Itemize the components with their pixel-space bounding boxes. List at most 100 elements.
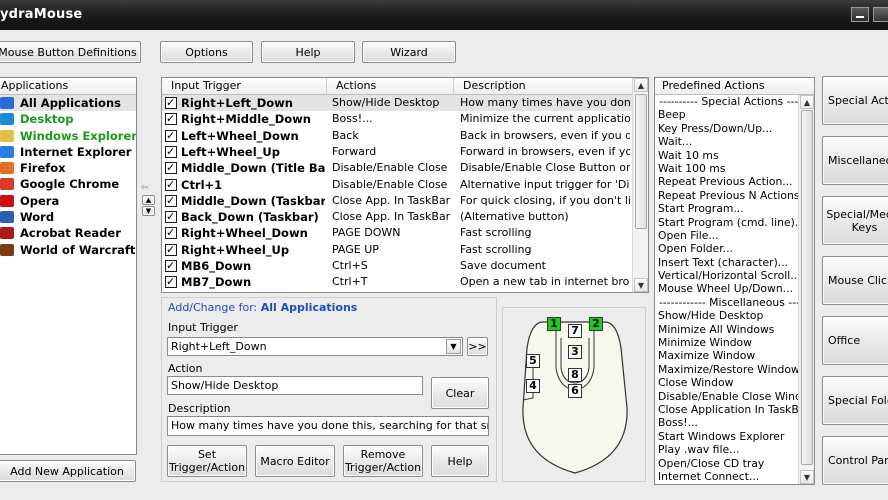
predefined-action-item[interactable]: Boss!... (655, 416, 799, 429)
category-button[interactable]: Control Panel (822, 436, 888, 485)
predefined-action-item[interactable]: Show/Hide Desktop (655, 309, 799, 322)
predefined-actions-list[interactable]: Predefined Actions ---------- Special Ac… (654, 77, 815, 485)
input-trigger-select[interactable]: Right+Left_Down ▼ (167, 337, 463, 356)
predefined-action-item[interactable]: Minimize All Windows (655, 323, 799, 336)
application-item[interactable]: Windows Explorer (0, 128, 136, 144)
predefined-action-item[interactable]: Key Press/Down/Up... (655, 122, 799, 135)
help-button[interactable]: Help (261, 41, 355, 63)
predefined-action-item[interactable]: Maximize/Restore Window (655, 363, 800, 376)
table-row[interactable]: Right+Wheel_Up PAGE UP Fast scrolling (162, 242, 632, 258)
predefined-action-item[interactable]: Mouse Wheel Up/Down... (655, 282, 799, 295)
predefined-action-item[interactable]: Start Program (cmd. line)... (655, 216, 805, 229)
close-button[interactable] (873, 7, 888, 22)
application-label: Opera (20, 193, 60, 208)
move-left-arrow-icon[interactable]: ⇦ (141, 183, 149, 193)
trigger-table-scrollbar[interactable]: ▲ ▼ (632, 78, 648, 292)
predefined-action-item[interactable]: Wait... (655, 135, 799, 148)
mouse-button-3[interactable]: 3 (568, 345, 582, 359)
action-field[interactable]: Show/Hide Desktop (167, 376, 423, 395)
table-row[interactable]: Ctrl+1 Disable/Enable Close Alternative in… (162, 177, 632, 193)
predefined-action-item[interactable]: Vertical/Horizontal Scroll... (655, 269, 801, 282)
application-item[interactable]: Firefox (0, 160, 136, 176)
category-button[interactable]: Special Folders (822, 376, 888, 425)
wizard-button[interactable]: Wizard (362, 41, 456, 63)
col-input-trigger[interactable]: Input Trigger (162, 78, 327, 95)
application-item[interactable]: Internet Explorer (0, 144, 136, 160)
clear-button[interactable]: Clear (431, 377, 489, 409)
trigger-table[interactable]: Input Trigger Actions Description Right+… (161, 77, 649, 293)
scroll-up-arrow-icon[interactable]: ▲ (634, 78, 648, 92)
more-triggers-button[interactable]: >> (467, 337, 488, 356)
mouse-button-1[interactable]: 1 (547, 317, 561, 331)
description-field[interactable]: How many times have you done this, searc… (167, 416, 489, 436)
applications-list[interactable]: Applications All Applications Desktop Wind… (0, 77, 137, 455)
add-new-application-button[interactable]: Add New Application (0, 460, 136, 482)
table-row[interactable]: Back_Down (Taskbar) Close App. In TaskBar… (162, 209, 632, 225)
predefined-action-item[interactable]: Open File... (655, 229, 799, 242)
col-description[interactable]: Description (454, 78, 632, 95)
application-item[interactable]: Google Chrome (0, 176, 136, 192)
options-button[interactable]: Options (160, 41, 253, 63)
mouse-button-definitions-button[interactable]: Mouse Button Definitions (0, 41, 141, 63)
move-up-button[interactable]: ▲ (142, 195, 155, 205)
mouse-button-5[interactable]: 5 (526, 354, 540, 368)
predefined-action-item[interactable]: Maximize Window (655, 349, 799, 362)
category-button[interactable]: Special/Media Keys (822, 196, 888, 245)
predefined-action-item[interactable]: Open/Close CD tray (655, 457, 799, 470)
predefined-action-item[interactable]: Disable/Enable Close Window (655, 390, 814, 403)
application-item[interactable]: World of Warcraft (0, 242, 136, 258)
category-button[interactable]: Special Actions (822, 76, 888, 125)
predefined-scroll-up-icon[interactable]: ▲ (800, 95, 814, 109)
category-button[interactable]: Miscellaneous (822, 136, 888, 185)
application-item[interactable]: Desktop (0, 111, 136, 127)
predefined-action-item[interactable]: Play .wav file... (655, 443, 799, 456)
predefined-action-item[interactable]: Repeat Previous N Actions... (655, 189, 810, 202)
mouse-button-2[interactable]: 2 (589, 317, 603, 331)
predefined-scroll-thumb[interactable] (801, 110, 813, 465)
application-item[interactable]: Opera (0, 193, 136, 209)
table-row[interactable]: Middle_Down (Taskbar) Close App. In TaskB… (162, 193, 632, 209)
application-item[interactable]: Word (0, 209, 136, 225)
col-actions[interactable]: Actions (327, 78, 454, 95)
predefined-scrollbar[interactable]: ▲ ▼ (798, 95, 814, 484)
set-trigger-action-button[interactable]: Set Trigger/Action (167, 445, 247, 477)
table-row[interactable]: Right+Middle_Down Boss!... Minimize the cu… (162, 111, 632, 127)
predefined-action-item[interactable]: Repeat Previous Action... (655, 175, 799, 188)
mouse-button-7[interactable]: 7 (568, 324, 582, 338)
predefined-action-item[interactable]: Close Application In TaskBar (655, 403, 810, 416)
predefined-action-item[interactable]: Insert Text (character)... (655, 256, 799, 269)
scroll-thumb[interactable] (635, 94, 647, 229)
table-row[interactable]: Right+Wheel_Down PAGE DOWN Fast scrolling (162, 225, 632, 241)
edit-help-button[interactable]: Help (431, 445, 489, 477)
category-button[interactable]: Mouse Clicks (822, 256, 888, 305)
application-item[interactable]: Acrobat Reader (0, 225, 136, 241)
predefined-scroll-down-icon[interactable]: ▼ (800, 470, 814, 484)
predefined-action-item[interactable]: Beep (655, 108, 799, 121)
predefined-action-item[interactable]: Wait 100 ms (655, 162, 799, 175)
table-row[interactable]: MB6_Down Ctrl+S Save document (162, 258, 632, 274)
table-row[interactable]: Left+Wheel_Up Forward Forward in browsers,… (162, 144, 632, 160)
move-down-button[interactable]: ▼ (142, 206, 155, 216)
application-item[interactable]: All Applications (0, 95, 136, 112)
macro-editor-button[interactable]: Macro Editor (255, 445, 335, 477)
minimize-button[interactable] (851, 7, 869, 22)
description-cell: Back in browsers, even if you don... (460, 128, 630, 142)
predefined-action-item[interactable]: Minimize Window (655, 336, 799, 349)
table-row[interactable]: MB7_Down Ctrl+T Open a new tab in internet… (162, 274, 632, 290)
chevron-down-icon[interactable]: ▼ (446, 339, 461, 354)
remove-trigger-action-button[interactable]: Remove Trigger/Action (343, 445, 423, 477)
category-button[interactable]: Office (822, 316, 888, 365)
mouse-button-8[interactable]: 8 (568, 368, 582, 382)
scroll-down-arrow-icon[interactable]: ▼ (634, 278, 648, 292)
predefined-action-item[interactable]: Open Folder... (655, 242, 799, 255)
predefined-action-item[interactable]: Start Windows Explorer (655, 430, 799, 443)
table-row[interactable]: Middle_Down (Title Bar) Disable/Enable Cl… (162, 160, 632, 176)
predefined-action-item[interactable]: Wait 10 ms (655, 149, 799, 162)
predefined-action-item[interactable]: Internet Connect... (655, 470, 799, 483)
predefined-action-item[interactable]: Start Program... (655, 202, 799, 215)
table-row[interactable]: Right+Left_Down Show/Hide Desktop How many… (162, 95, 632, 112)
predefined-action-item[interactable]: Close Window (655, 376, 799, 389)
mouse-button-4[interactable]: 4 (526, 379, 540, 393)
mouse-button-6[interactable]: 6 (568, 384, 582, 398)
table-row[interactable]: Left+Wheel_Down Back Back in browsers, eve… (162, 128, 632, 144)
